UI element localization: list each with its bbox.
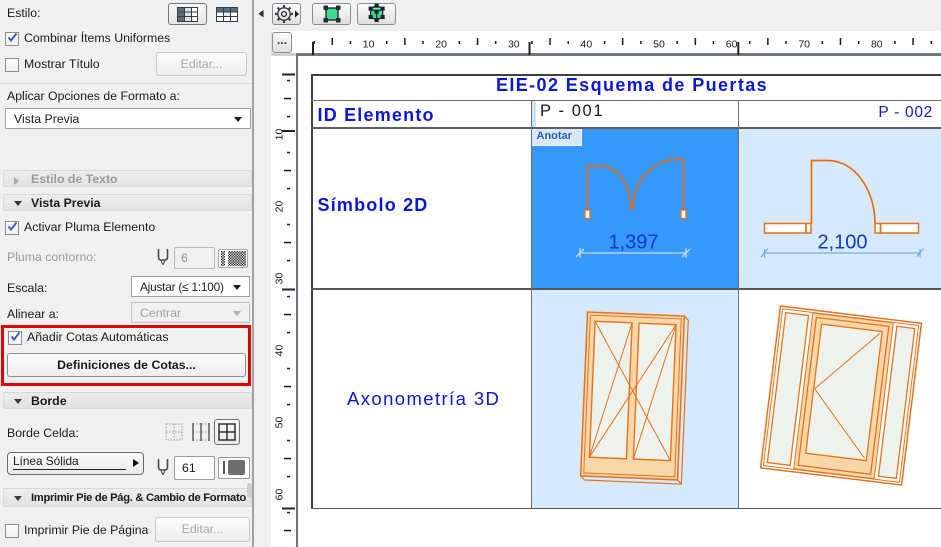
svg-text:20: 20 [435,39,447,51]
svg-text:40: 40 [274,344,286,356]
svg-text:1,397: 1,397 [608,231,658,253]
svg-text:30: 30 [508,39,520,51]
svg-text:30: 30 [274,272,286,284]
svg-text:50: 50 [274,416,286,428]
svg-text:70: 70 [798,39,810,51]
svg-text:2,100: 2,100 [817,231,867,253]
svg-text:60: 60 [726,39,738,51]
svg-text:50: 50 [653,39,665,51]
svg-text:20: 20 [274,200,286,212]
svg-text:80: 80 [871,39,883,51]
svg-text:10: 10 [363,39,375,51]
svg-text:40: 40 [581,39,593,51]
svg-text:60: 60 [274,488,286,500]
